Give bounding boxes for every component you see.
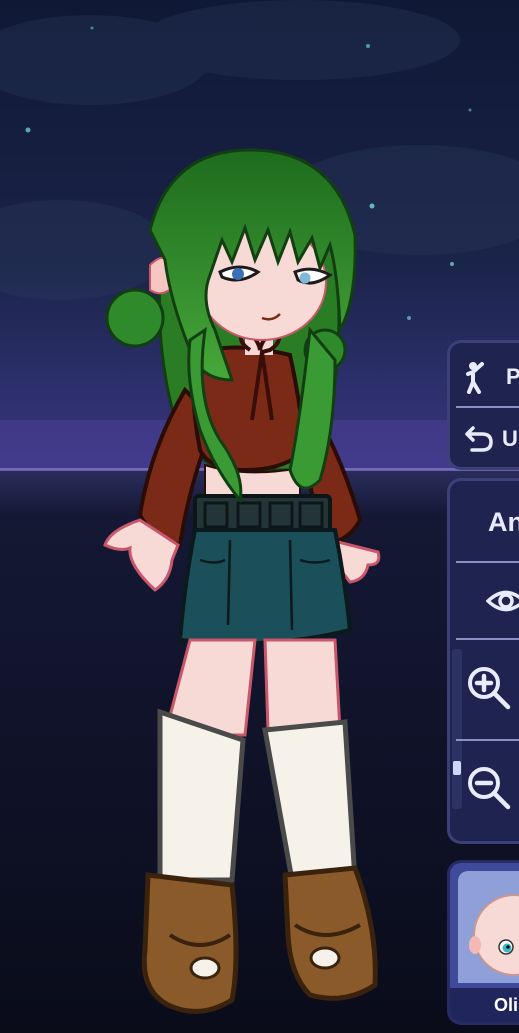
- character-face-icon: [468, 893, 519, 988]
- pose-button-label: P: [506, 364, 519, 389]
- divider: [456, 739, 519, 741]
- pose-figure-icon: [464, 360, 498, 394]
- visibility-toggle[interactable]: [450, 571, 519, 631]
- character-name: Oli: [494, 994, 519, 1015]
- hair-bun: [105, 288, 165, 348]
- game-scene: [0, 0, 519, 1033]
- skirt: [177, 528, 353, 646]
- zoom-out-icon: [464, 763, 516, 815]
- right-leg: [263, 638, 342, 732]
- zoom-out-button[interactable]: [450, 759, 519, 819]
- zoom-in-icon: [464, 663, 516, 715]
- character-portrait: [458, 871, 519, 983]
- zoom-in-button[interactable]: [450, 659, 519, 719]
- character-name-bar: Oli: [450, 988, 519, 1022]
- left-sock: [157, 708, 246, 883]
- divider: [456, 406, 519, 408]
- divider: [456, 638, 519, 640]
- divider: [456, 561, 519, 563]
- eye-icon: [486, 586, 519, 616]
- character-select-card[interactable]: Oli: [447, 860, 519, 1025]
- pose-undo-panel: P U: [447, 340, 519, 470]
- undo-button-label: U: [502, 426, 518, 451]
- animation-button-label: An: [488, 507, 519, 537]
- tools-panel: An: [447, 478, 519, 844]
- pose-button[interactable]: P: [450, 351, 519, 403]
- undo-button[interactable]: U: [450, 415, 519, 463]
- undo-arrow-icon: [464, 424, 494, 454]
- animation-button[interactable]: An: [450, 495, 519, 550]
